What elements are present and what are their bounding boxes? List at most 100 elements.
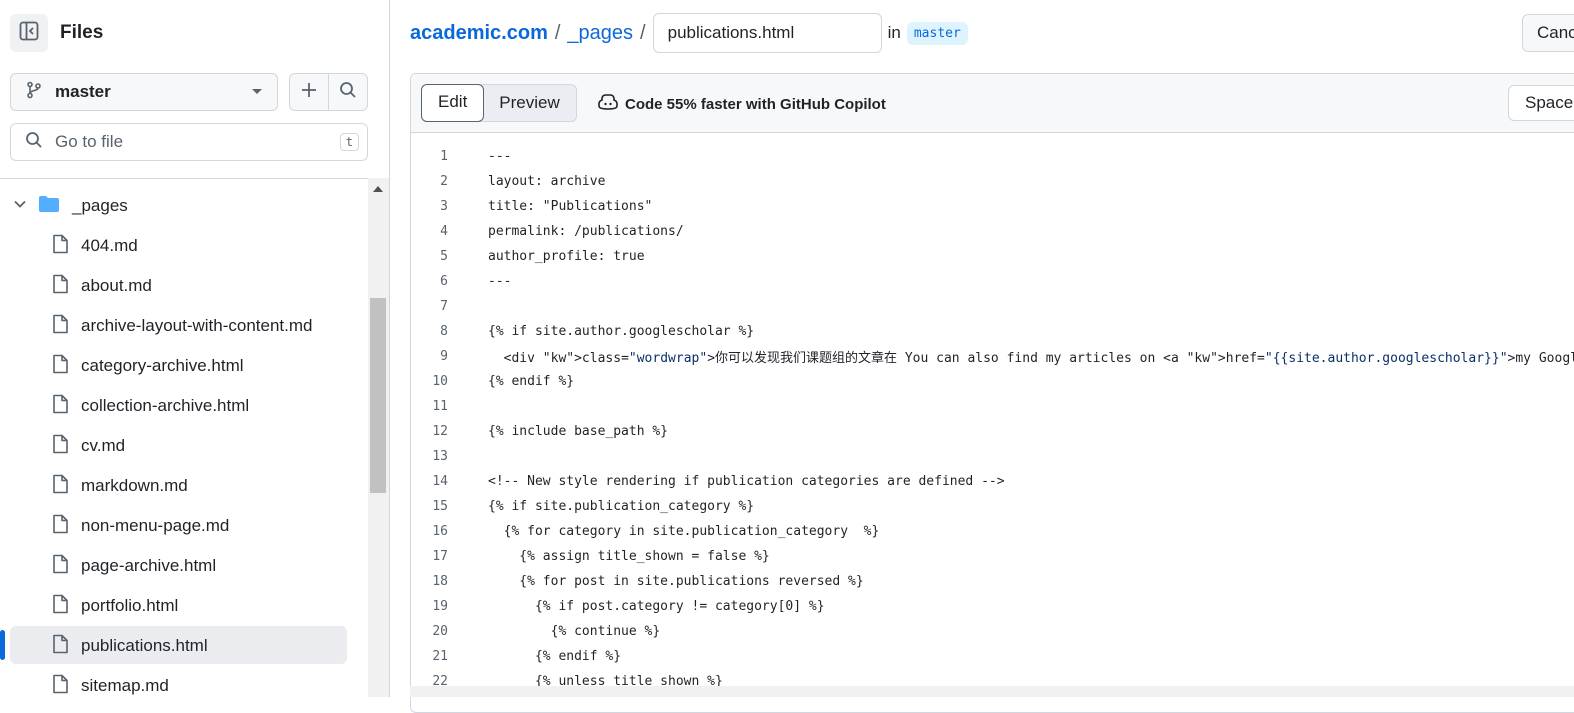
file-name: page-archive.html: [81, 556, 217, 575]
search-icon: [25, 131, 43, 154]
copilot-promo[interactable]: Code 55% faster with GitHub Copilot: [598, 93, 886, 115]
code-line: 14 <!-- New style rendering if publicatio…: [411, 469, 1574, 494]
tree-file-item[interactable]: sitemap.md: [0, 666, 368, 697]
tree-file-item[interactable]: about.md: [0, 266, 368, 306]
file-icon: [51, 314, 69, 339]
code-line: 6 ---: [411, 269, 1574, 294]
code-line: 15 {% if site.publication_category %}: [411, 494, 1574, 519]
line-number: 12: [432, 424, 448, 439]
tree-file-item[interactable]: portfolio.html: [0, 586, 368, 626]
file-name: portfolio.html: [81, 596, 179, 615]
code-line: 10 {% endif %}: [411, 369, 1574, 394]
code-text: {% if post.category != category[0] %}: [488, 599, 825, 614]
file-name: category-archive.html: [81, 356, 244, 375]
git-branch-icon: [25, 81, 43, 104]
add-file-button[interactable]: [290, 74, 329, 110]
scroll-up-arrow-icon[interactable]: [373, 186, 383, 192]
editor-tabs: Edit Preview: [421, 84, 577, 122]
code-text: ---: [488, 274, 512, 289]
sidebar-header: Files master Go to file t: [0, 0, 389, 179]
selected-indicator: [0, 630, 5, 660]
line-number: 17: [432, 549, 448, 564]
search-icon: [339, 81, 357, 104]
line-number: 9: [440, 349, 448, 364]
line-number: 4: [440, 224, 448, 239]
code-editor: Edit Preview Code 55% faster with GitHub…: [410, 73, 1574, 713]
line-number: 3: [440, 199, 448, 214]
code-text: <div "kw">class="wordwrap">你可以发现我们课题组的文章…: [488, 351, 1574, 366]
tree-file-item[interactable]: page-archive.html: [0, 546, 368, 586]
keyboard-shortcut-hint: t: [339, 133, 359, 151]
code-text: layout: archive: [488, 174, 606, 189]
sidebar-collapse-icon: [18, 20, 40, 47]
plus-icon: [300, 81, 318, 104]
collapse-sidebar-button[interactable]: [10, 14, 48, 52]
file-icon: [51, 594, 69, 619]
tree-file-item[interactable]: collection-archive.html: [0, 386, 368, 426]
file-icon: [51, 354, 69, 379]
line-number: 15: [432, 499, 448, 514]
breadcrumb-repo-link[interactable]: academic.com: [410, 22, 548, 45]
tree-file-item[interactable]: category-archive.html: [0, 346, 368, 386]
editor-toolbar: Edit Preview Code 55% faster with GitHub…: [411, 74, 1574, 133]
line-number: 11: [432, 399, 448, 414]
tab-preview[interactable]: Preview: [483, 85, 575, 121]
tree-folder-pages[interactable]: _pages: [0, 186, 368, 226]
file-name: markdown.md: [81, 476, 188, 495]
line-number: 10: [432, 374, 448, 389]
file-name: sitemap.md: [81, 676, 169, 695]
code-text: title: "Publications": [488, 199, 653, 214]
sidebar-title: Files: [60, 22, 104, 43]
file-name: about.md: [81, 276, 152, 295]
code-line: 19 {% if post.category != category[0] %}: [411, 594, 1574, 619]
code-text: {% if site.publication_category %}: [488, 499, 755, 514]
copilot-promo-text: Code 55% faster with GitHub Copilot: [625, 95, 886, 113]
code-text: {% if site.author.googlescholar %}: [488, 324, 755, 339]
go-to-file-input[interactable]: [53, 131, 340, 153]
breadcrumb-folder-link[interactable]: _pages: [567, 22, 633, 45]
editor-horizontal-scrollbar[interactable]: [410, 686, 1574, 697]
go-to-file-field[interactable]: t: [10, 123, 368, 161]
code-line: 5 author_profile: true: [411, 244, 1574, 269]
breadcrumb-separator: /: [640, 21, 646, 44]
code-line: 11: [411, 394, 1574, 419]
copilot-icon: [598, 93, 618, 115]
line-number: 5: [440, 249, 448, 264]
cancel-changes-button[interactable]: Cancel changes: [1522, 14, 1574, 52]
sidebar-action-buttons: [289, 73, 368, 111]
file-name: non-menu-page.md: [81, 516, 230, 535]
line-number: 13: [432, 449, 448, 464]
tab-edit[interactable]: Edit: [421, 84, 485, 122]
sidebar-scrollbar[interactable]: [368, 178, 389, 697]
tree-file-item[interactable]: archive-layout-with-content.md: [0, 306, 368, 346]
code-line: 17 {% assign title_shown = false %}: [411, 544, 1574, 569]
file-name: publications.html: [81, 636, 208, 655]
file-name: archive-layout-with-content.md: [81, 316, 313, 335]
tree-file-item[interactable]: non-menu-page.md: [0, 506, 368, 546]
file-icon: [51, 554, 69, 579]
code-text: author_profile: true: [488, 249, 645, 264]
indent-mode-select[interactable]: Spaces: [1508, 85, 1574, 121]
code-text: {% endif %}: [488, 649, 622, 664]
line-number: 20: [432, 624, 448, 639]
line-number: 2: [440, 174, 448, 189]
editor-main: academic.com / _pages / in master Cancel…: [390, 0, 1574, 713]
filename-input[interactable]: [652, 13, 882, 53]
code-line: 21 {% endif %}: [411, 644, 1574, 669]
tree-file-item[interactable]: publications.html: [0, 626, 368, 666]
code-text: {% include base_path %}: [488, 424, 669, 439]
line-number: 21: [432, 649, 448, 664]
scrollbar-thumb[interactable]: [370, 298, 386, 493]
file-icon: [51, 234, 69, 259]
code-lines[interactable]: 1 --- 2 layout: archive 3 title: "Publication…: [411, 144, 1574, 694]
branch-selector-button[interactable]: master: [10, 73, 278, 111]
tree-file-item[interactable]: markdown.md: [0, 466, 368, 506]
tree-file-item[interactable]: 404.md: [0, 226, 368, 266]
search-files-button[interactable]: [329, 74, 367, 110]
code-line: 8 {% if site.author.googlescholar %}: [411, 319, 1574, 344]
tree-file-item[interactable]: cv.md: [0, 426, 368, 466]
line-number: 16: [432, 524, 448, 539]
line-number: 18: [432, 574, 448, 589]
code-line: 12 {% include base_path %}: [411, 419, 1574, 444]
file-name: 404.md: [81, 236, 138, 255]
